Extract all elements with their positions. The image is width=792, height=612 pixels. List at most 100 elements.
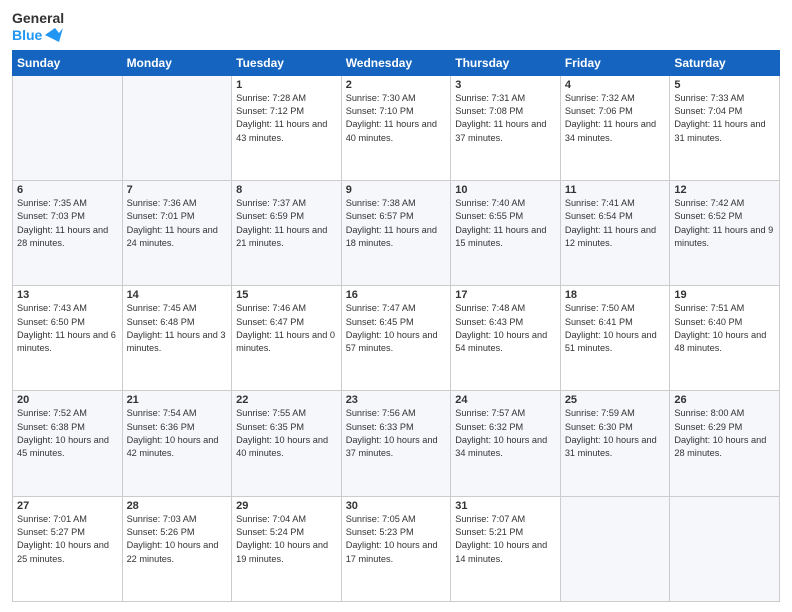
calendar-cell: 31Sunrise: 7:07 AM Sunset: 5:21 PM Dayli… bbox=[451, 496, 561, 601]
day-info: Sunrise: 7:54 AM Sunset: 6:36 PM Dayligh… bbox=[127, 407, 228, 460]
day-header-tuesday: Tuesday bbox=[232, 50, 342, 75]
calendar-cell bbox=[13, 75, 123, 180]
day-header-monday: Monday bbox=[122, 50, 232, 75]
day-number: 10 bbox=[455, 184, 556, 196]
calendar-cell: 5Sunrise: 7:33 AM Sunset: 7:04 PM Daylig… bbox=[670, 75, 780, 180]
day-info: Sunrise: 7:07 AM Sunset: 5:21 PM Dayligh… bbox=[455, 513, 556, 566]
week-row-4: 20Sunrise: 7:52 AM Sunset: 6:38 PM Dayli… bbox=[13, 391, 780, 496]
calendar-cell bbox=[670, 496, 780, 601]
day-header-saturday: Saturday bbox=[670, 50, 780, 75]
day-number: 17 bbox=[455, 289, 556, 301]
day-info: Sunrise: 7:37 AM Sunset: 6:59 PM Dayligh… bbox=[236, 197, 337, 250]
calendar-cell: 16Sunrise: 7:47 AM Sunset: 6:45 PM Dayli… bbox=[341, 286, 451, 391]
day-number: 30 bbox=[346, 500, 447, 512]
day-info: Sunrise: 7:46 AM Sunset: 6:47 PM Dayligh… bbox=[236, 302, 337, 355]
calendar-cell: 13Sunrise: 7:43 AM Sunset: 6:50 PM Dayli… bbox=[13, 286, 123, 391]
calendar-cell: 10Sunrise: 7:40 AM Sunset: 6:55 PM Dayli… bbox=[451, 180, 561, 285]
calendar-cell: 27Sunrise: 7:01 AM Sunset: 5:27 PM Dayli… bbox=[13, 496, 123, 601]
day-number: 1 bbox=[236, 79, 337, 91]
day-number: 27 bbox=[17, 500, 118, 512]
calendar-cell: 21Sunrise: 7:54 AM Sunset: 6:36 PM Dayli… bbox=[122, 391, 232, 496]
calendar-cell: 11Sunrise: 7:41 AM Sunset: 6:54 PM Dayli… bbox=[560, 180, 670, 285]
day-number: 20 bbox=[17, 394, 118, 406]
day-info: Sunrise: 7:04 AM Sunset: 5:24 PM Dayligh… bbox=[236, 513, 337, 566]
calendar-cell: 8Sunrise: 7:37 AM Sunset: 6:59 PM Daylig… bbox=[232, 180, 342, 285]
calendar-cell: 29Sunrise: 7:04 AM Sunset: 5:24 PM Dayli… bbox=[232, 496, 342, 601]
calendar-cell: 17Sunrise: 7:48 AM Sunset: 6:43 PM Dayli… bbox=[451, 286, 561, 391]
calendar-cell bbox=[560, 496, 670, 601]
day-number: 28 bbox=[127, 500, 228, 512]
day-info: Sunrise: 7:50 AM Sunset: 6:41 PM Dayligh… bbox=[565, 302, 666, 355]
day-number: 9 bbox=[346, 184, 447, 196]
day-number: 19 bbox=[674, 289, 775, 301]
calendar-cell: 12Sunrise: 7:42 AM Sunset: 6:52 PM Dayli… bbox=[670, 180, 780, 285]
day-info: Sunrise: 7:01 AM Sunset: 5:27 PM Dayligh… bbox=[17, 513, 118, 566]
day-info: Sunrise: 7:31 AM Sunset: 7:08 PM Dayligh… bbox=[455, 92, 556, 145]
day-number: 25 bbox=[565, 394, 666, 406]
week-row-5: 27Sunrise: 7:01 AM Sunset: 5:27 PM Dayli… bbox=[13, 496, 780, 601]
calendar-cell: 1Sunrise: 7:28 AM Sunset: 7:12 PM Daylig… bbox=[232, 75, 342, 180]
day-number: 8 bbox=[236, 184, 337, 196]
logo-bird-icon bbox=[45, 28, 63, 42]
logo: General Blue bbox=[12, 10, 64, 44]
page: General Blue SundayMondayTuesdayWednesda… bbox=[0, 0, 792, 612]
day-header-thursday: Thursday bbox=[451, 50, 561, 75]
calendar-cell: 7Sunrise: 7:36 AM Sunset: 7:01 PM Daylig… bbox=[122, 180, 232, 285]
header: General Blue bbox=[12, 10, 780, 44]
day-info: Sunrise: 7:47 AM Sunset: 6:45 PM Dayligh… bbox=[346, 302, 447, 355]
calendar-cell: 24Sunrise: 7:57 AM Sunset: 6:32 PM Dayli… bbox=[451, 391, 561, 496]
day-info: Sunrise: 7:41 AM Sunset: 6:54 PM Dayligh… bbox=[565, 197, 666, 250]
day-info: Sunrise: 7:52 AM Sunset: 6:38 PM Dayligh… bbox=[17, 407, 118, 460]
calendar-cell: 19Sunrise: 7:51 AM Sunset: 6:40 PM Dayli… bbox=[670, 286, 780, 391]
calendar-cell: 2Sunrise: 7:30 AM Sunset: 7:10 PM Daylig… bbox=[341, 75, 451, 180]
calendar-cell: 6Sunrise: 7:35 AM Sunset: 7:03 PM Daylig… bbox=[13, 180, 123, 285]
day-info: Sunrise: 7:56 AM Sunset: 6:33 PM Dayligh… bbox=[346, 407, 447, 460]
day-info: Sunrise: 7:55 AM Sunset: 6:35 PM Dayligh… bbox=[236, 407, 337, 460]
calendar-cell: 9Sunrise: 7:38 AM Sunset: 6:57 PM Daylig… bbox=[341, 180, 451, 285]
calendar-cell: 28Sunrise: 7:03 AM Sunset: 5:26 PM Dayli… bbox=[122, 496, 232, 601]
day-number: 16 bbox=[346, 289, 447, 301]
day-header-friday: Friday bbox=[560, 50, 670, 75]
day-info: Sunrise: 7:45 AM Sunset: 6:48 PM Dayligh… bbox=[127, 302, 228, 355]
calendar-cell: 30Sunrise: 7:05 AM Sunset: 5:23 PM Dayli… bbox=[341, 496, 451, 601]
day-number: 18 bbox=[565, 289, 666, 301]
day-info: Sunrise: 7:42 AM Sunset: 6:52 PM Dayligh… bbox=[674, 197, 775, 250]
day-header-sunday: Sunday bbox=[13, 50, 123, 75]
header-row: SundayMondayTuesdayWednesdayThursdayFrid… bbox=[13, 50, 780, 75]
day-info: Sunrise: 7:59 AM Sunset: 6:30 PM Dayligh… bbox=[565, 407, 666, 460]
day-info: Sunrise: 7:33 AM Sunset: 7:04 PM Dayligh… bbox=[674, 92, 775, 145]
day-info: Sunrise: 8:00 AM Sunset: 6:29 PM Dayligh… bbox=[674, 407, 775, 460]
logo-general: General bbox=[12, 10, 64, 27]
day-number: 24 bbox=[455, 394, 556, 406]
day-info: Sunrise: 7:03 AM Sunset: 5:26 PM Dayligh… bbox=[127, 513, 228, 566]
logo-blue: Blue bbox=[12, 27, 64, 44]
day-number: 7 bbox=[127, 184, 228, 196]
week-row-3: 13Sunrise: 7:43 AM Sunset: 6:50 PM Dayli… bbox=[13, 286, 780, 391]
calendar-cell: 22Sunrise: 7:55 AM Sunset: 6:35 PM Dayli… bbox=[232, 391, 342, 496]
calendar-cell: 26Sunrise: 8:00 AM Sunset: 6:29 PM Dayli… bbox=[670, 391, 780, 496]
calendar-cell bbox=[122, 75, 232, 180]
week-row-1: 1Sunrise: 7:28 AM Sunset: 7:12 PM Daylig… bbox=[13, 75, 780, 180]
calendar-cell: 3Sunrise: 7:31 AM Sunset: 7:08 PM Daylig… bbox=[451, 75, 561, 180]
day-number: 31 bbox=[455, 500, 556, 512]
day-info: Sunrise: 7:43 AM Sunset: 6:50 PM Dayligh… bbox=[17, 302, 118, 355]
calendar-cell: 18Sunrise: 7:50 AM Sunset: 6:41 PM Dayli… bbox=[560, 286, 670, 391]
calendar-cell: 15Sunrise: 7:46 AM Sunset: 6:47 PM Dayli… bbox=[232, 286, 342, 391]
day-info: Sunrise: 7:30 AM Sunset: 7:10 PM Dayligh… bbox=[346, 92, 447, 145]
day-info: Sunrise: 7:36 AM Sunset: 7:01 PM Dayligh… bbox=[127, 197, 228, 250]
day-number: 26 bbox=[674, 394, 775, 406]
day-number: 13 bbox=[17, 289, 118, 301]
week-row-2: 6Sunrise: 7:35 AM Sunset: 7:03 PM Daylig… bbox=[13, 180, 780, 285]
calendar-cell: 23Sunrise: 7:56 AM Sunset: 6:33 PM Dayli… bbox=[341, 391, 451, 496]
day-number: 4 bbox=[565, 79, 666, 91]
day-header-wednesday: Wednesday bbox=[341, 50, 451, 75]
day-number: 22 bbox=[236, 394, 337, 406]
day-number: 12 bbox=[674, 184, 775, 196]
day-number: 2 bbox=[346, 79, 447, 91]
day-number: 15 bbox=[236, 289, 337, 301]
day-info: Sunrise: 7:57 AM Sunset: 6:32 PM Dayligh… bbox=[455, 407, 556, 460]
day-info: Sunrise: 7:51 AM Sunset: 6:40 PM Dayligh… bbox=[674, 302, 775, 355]
day-info: Sunrise: 7:28 AM Sunset: 7:12 PM Dayligh… bbox=[236, 92, 337, 145]
day-number: 23 bbox=[346, 394, 447, 406]
day-number: 3 bbox=[455, 79, 556, 91]
